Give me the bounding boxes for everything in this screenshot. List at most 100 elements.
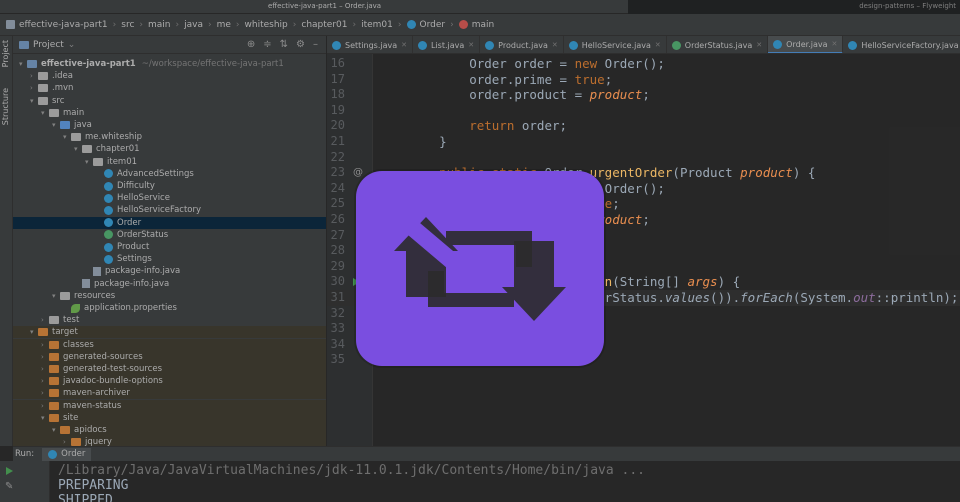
chevron-down-icon[interactable]: ▾ [30, 97, 38, 105]
tree-item[interactable]: › maven-archiver [13, 387, 326, 400]
chevron-down-icon[interactable]: ▾ [63, 133, 71, 141]
breadcrumb-item[interactable]: me › [217, 20, 245, 30]
project-tool-tab[interactable]: Project [1, 40, 10, 67]
hide-icon[interactable]: – [313, 39, 318, 50]
tree-item[interactable]: › test [13, 314, 326, 326]
tree-item[interactable]: HelloService [13, 192, 326, 204]
tree-item[interactable]: package-info.java [13, 278, 326, 290]
tree-item-label: Settings [117, 254, 152, 265]
expand-all-icon[interactable]: ⇅ [280, 39, 288, 50]
tree-item[interactable]: › javadoc-bundle-options [13, 375, 326, 388]
chevron-down-icon[interactable]: ▾ [41, 414, 49, 422]
tree-item[interactable]: package-info.java [13, 265, 326, 277]
chevron-down-icon[interactable]: ▾ [52, 292, 60, 300]
chevron-right-icon[interactable]: › [41, 377, 49, 385]
tree-item[interactable]: ▾ chapter01 [13, 143, 326, 155]
tree-item[interactable]: ▾ site [13, 411, 326, 424]
rerun-icon[interactable] [6, 467, 13, 475]
tree-item-label: me.whiteship [85, 132, 143, 143]
close-icon[interactable]: ✕ [655, 41, 661, 49]
chevron-down-icon[interactable]: ⌄ [68, 40, 76, 50]
close-icon[interactable]: ✕ [552, 41, 558, 49]
close-icon[interactable]: ✕ [468, 41, 474, 49]
structure-tool-tab[interactable]: Structure [1, 88, 10, 125]
gear-icon[interactable]: ⚙ [296, 39, 305, 50]
breadcrumb-item[interactable]: whiteship › [245, 20, 302, 30]
breadcrumb-item[interactable]: chapter01 › [301, 20, 361, 30]
code-token: (String[] [612, 274, 688, 290]
chevron-down-icon[interactable]: ▾ [85, 158, 93, 166]
close-icon[interactable]: ✕ [831, 40, 837, 48]
properties-icon [71, 303, 80, 313]
breadcrumb-item[interactable]: java › [184, 20, 216, 30]
tree-item[interactable]: Order [13, 216, 326, 229]
editor-tab-label: Order.java [786, 39, 828, 49]
editor-tab[interactable]: Order.java ✕ [768, 36, 844, 53]
wrench-icon[interactable]: ✎ [5, 481, 13, 492]
chevron-right-icon[interactable]: › [41, 341, 49, 349]
breadcrumb-item[interactable]: item01 › [361, 20, 406, 30]
tree-item[interactable]: ▾ me.whiteship [13, 131, 326, 143]
tree-item[interactable]: ▾ target [13, 326, 326, 339]
tree-item[interactable]: › jquery [13, 436, 326, 446]
tree-item[interactable]: Settings [13, 253, 326, 265]
chevron-right-icon[interactable]: › [63, 438, 71, 446]
editor-tab[interactable]: Product.java ✕ [480, 36, 564, 53]
breadcrumb-item[interactable]: main › [148, 20, 184, 30]
chevron-right-icon[interactable]: › [41, 353, 49, 361]
breadcrumb-item[interactable]: Order › [406, 20, 459, 30]
tree-item[interactable]: application.properties [13, 302, 326, 314]
locate-icon[interactable]: ⊕ [247, 39, 255, 50]
chevron-down-icon[interactable]: ▾ [74, 145, 82, 153]
chevron-down-icon[interactable]: ▾ [30, 328, 38, 336]
close-icon[interactable]: ✕ [401, 41, 407, 49]
chevron-down-icon[interactable]: ▾ [52, 426, 60, 434]
tree-item[interactable]: › generated-test-sources [13, 363, 326, 375]
close-icon[interactable]: ✕ [756, 41, 762, 49]
tree-item-label: src [52, 95, 65, 106]
chevron-right-icon[interactable]: › [41, 402, 49, 410]
editor-tab[interactable]: OrderStatus.java ✕ [667, 36, 769, 53]
title-bar: effective-java-part1 – Order.java design… [0, 0, 960, 14]
run-tab-order[interactable]: Order [42, 447, 92, 461]
folder-icon [49, 108, 59, 117]
code-token: Order order = [409, 56, 575, 71]
tree-item[interactable]: ▾ main [13, 107, 326, 119]
breadcrumb-item[interactable]: effective-java-part1 › [6, 20, 121, 30]
run-console[interactable]: /Library/Java/JavaVirtualMachines/jdk-11… [50, 461, 960, 502]
chevron-right-icon[interactable]: › [41, 365, 49, 373]
chevron-right-icon[interactable]: › [30, 84, 38, 92]
tree-item[interactable]: Product [13, 241, 326, 253]
tree-item[interactable]: AdvancedSettings [13, 168, 326, 180]
tree-item[interactable]: ▾ src [13, 95, 326, 107]
tree-item[interactable]: ▾ item01 [13, 156, 326, 168]
chevron-right-icon[interactable]: › [41, 389, 49, 397]
editor-tab[interactable]: HelloService.java ✕ [564, 36, 667, 53]
tree-item[interactable]: › classes [13, 338, 326, 351]
tree-item[interactable]: › .mvn [13, 82, 326, 94]
breadcrumb-item[interactable]: main [458, 20, 494, 30]
chevron-right-icon[interactable]: › [30, 72, 38, 80]
breadcrumb-item[interactable]: src › [121, 20, 148, 30]
tree-item[interactable]: ▾ apidocs [13, 424, 326, 436]
editor-tab[interactable]: Settings.java ✕ [327, 36, 413, 53]
chevron-right-icon[interactable]: › [41, 316, 49, 324]
tree-item[interactable]: ▾ resources [13, 290, 326, 302]
tree-item-label: test [63, 315, 80, 326]
project-panel-title[interactable]: Project [33, 40, 64, 50]
tree-item[interactable]: ▾ java [13, 119, 326, 131]
chevron-down-icon[interactable]: ▾ [19, 60, 27, 68]
tree-item[interactable]: Difficulty [13, 180, 326, 192]
chevron-down-icon[interactable]: ▾ [41, 109, 49, 117]
tree-item[interactable]: HelloServiceFactory [13, 204, 326, 216]
tree-item[interactable]: › maven-status [13, 399, 326, 412]
tree-item[interactable]: ▾ effective-java-part1 ~/workspace/effecti… [13, 58, 326, 70]
tree-item[interactable]: OrderStatus [13, 229, 326, 241]
replace-arrows-icon [356, 171, 604, 366]
chevron-down-icon[interactable]: ▾ [52, 121, 60, 129]
collapse-all-icon[interactable]: ≑ [263, 39, 271, 50]
editor-tab[interactable]: List.java ✕ [413, 36, 481, 53]
editor-tab[interactable]: HelloServiceFactory.java✕ [843, 36, 960, 53]
tree-item[interactable]: › .idea [13, 70, 326, 82]
tree-item[interactable]: › generated-sources [13, 350, 326, 363]
